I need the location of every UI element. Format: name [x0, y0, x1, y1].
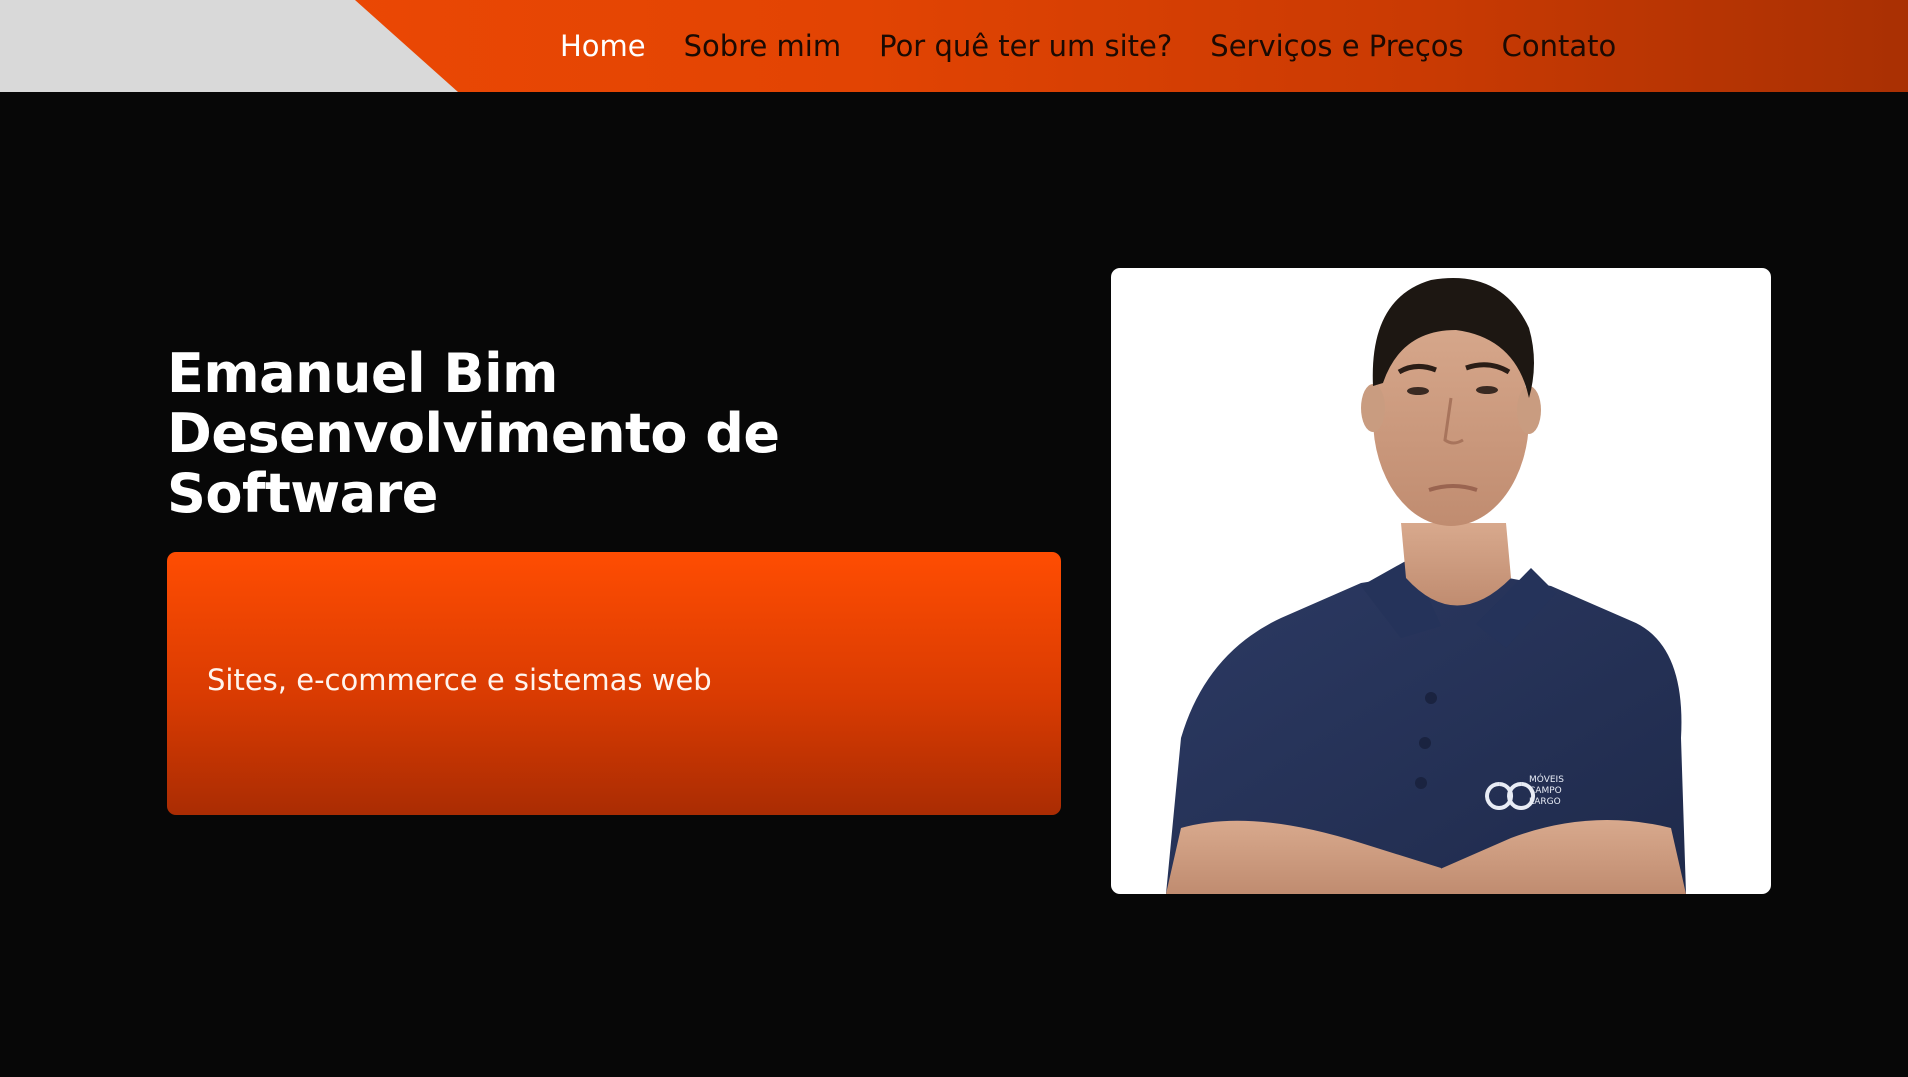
nav-servicos-e-precos[interactable]: Serviços e Preços	[1210, 29, 1463, 63]
shirt-button	[1419, 737, 1431, 749]
profile-photo-illustration: MÓVEIS CAMPO LARGO	[1166, 278, 1686, 894]
nav-home[interactable]: Home	[560, 29, 646, 63]
hero-title-line-1: Emanuel Bim	[167, 342, 558, 405]
shirt-button	[1415, 777, 1427, 789]
left-eye	[1407, 387, 1429, 395]
nav-contato[interactable]: Contato	[1502, 29, 1617, 63]
nav-por-que-ter-um-site[interactable]: Por quê ter um site?	[879, 29, 1172, 63]
hero-title: Emanuel Bim Desenvolvimento de Software	[167, 344, 887, 524]
hero-title-line-3: Software	[167, 462, 438, 525]
tagline-box: Sites, e-commerce e sistemas web	[167, 552, 1061, 815]
right-eye	[1476, 386, 1498, 394]
logo-area[interactable]	[0, 0, 458, 92]
nav-sobre-mim[interactable]: Sobre mim	[684, 29, 841, 63]
left-ear	[1361, 384, 1385, 432]
profile-photo: MÓVEIS CAMPO LARGO	[1111, 268, 1771, 894]
main-nav: Home Sobre mim Por quê ter um site? Serv…	[560, 0, 1654, 92]
tagline-text: Sites, e-commerce e sistemas web	[207, 662, 712, 697]
shirt-logo-line-3: LARGO	[1529, 797, 1561, 807]
hero-title-line-2: Desenvolvimento de	[167, 402, 780, 465]
site-header: Home Sobre mim Por quê ter um site? Serv…	[0, 0, 1908, 92]
shirt-logo-line-1: MÓVEIS	[1529, 773, 1564, 785]
shirt-logo-line-2: CAMPO	[1529, 786, 1562, 796]
shirt-button	[1425, 692, 1437, 704]
